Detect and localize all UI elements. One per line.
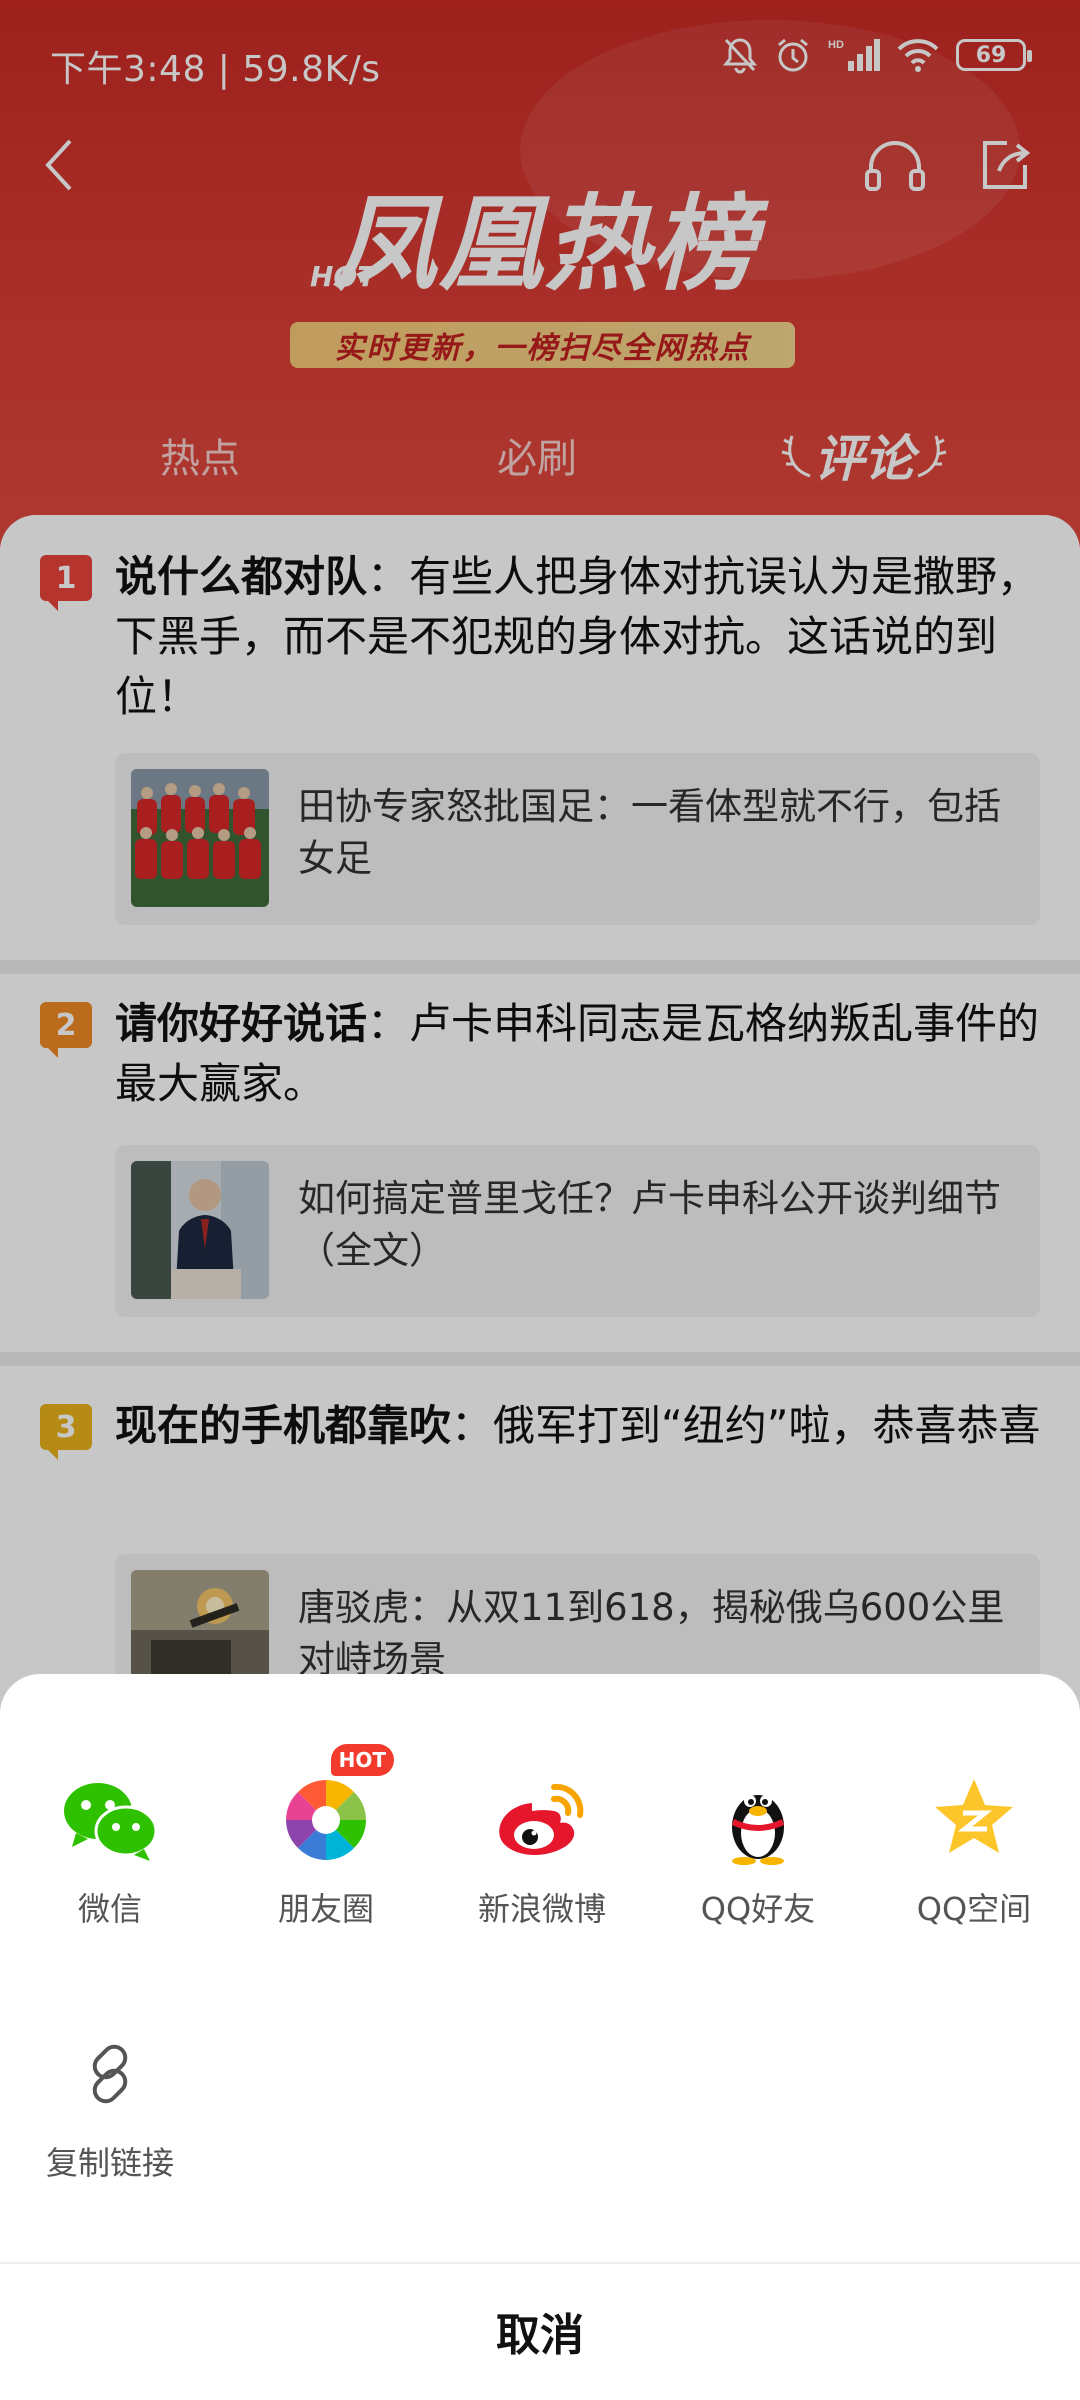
share-weibo-button[interactable]: 新浪微博 [442, 1760, 642, 1950]
share-label: 朋友圈 [277, 1890, 374, 1928]
copy-link-button[interactable]: 复制链接 [10, 2014, 210, 2204]
share-moments-button[interactable]: HOT 朋友圈 [226, 1744, 426, 1950]
app-screen: 下午3:48 | 59.8K/s HD 69 凤凰热榜 HOT 实时更新，一榜扫… [0, 0, 1080, 2400]
share-qzone-button[interactable]: QQ空间 [874, 1760, 1074, 1950]
moments-icon: HOT [266, 1744, 394, 1880]
share-label: 新浪微博 [477, 1890, 606, 1928]
wechat-icon [50, 1760, 170, 1880]
share-label: QQ空间 [916, 1890, 1032, 1928]
qzone-star-icon [914, 1760, 1034, 1880]
link-icon [50, 2014, 170, 2134]
hot-badge: HOT [330, 1744, 394, 1776]
share-label: QQ好友 [700, 1890, 816, 1928]
share-label: 微信 [77, 1890, 142, 1928]
qq-penguin-icon [698, 1760, 818, 1880]
share-qq-friend-button[interactable]: QQ好友 [658, 1760, 858, 1950]
cancel-button[interactable]: 取消 [0, 2262, 1080, 2400]
share-wechat-button[interactable]: 微信 [10, 1760, 210, 1950]
weibo-icon [482, 1760, 602, 1880]
share-label: 复制链接 [45, 2144, 174, 2182]
